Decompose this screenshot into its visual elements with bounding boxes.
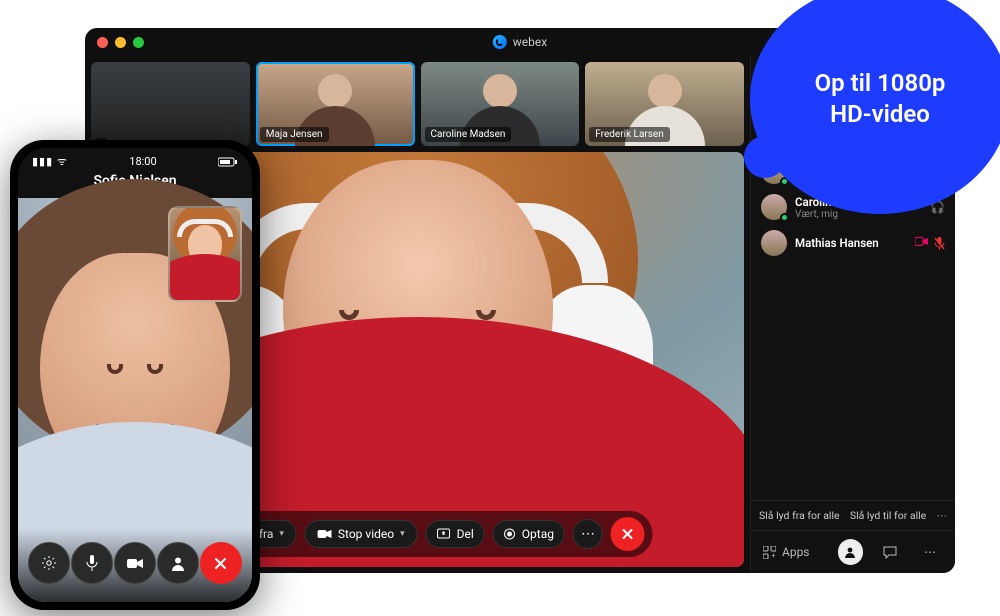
promo-line-1: Op til 1080p [815, 69, 946, 97]
filmstrip-label: Caroline Madsen [425, 127, 512, 142]
svg-text:+: + [772, 552, 776, 559]
close-icon [214, 557, 227, 570]
avatar [761, 230, 787, 256]
record-button[interactable]: Optag [493, 520, 565, 548]
chevron-down-icon: ▾ [279, 529, 284, 539]
participant-filmstrip: Maja Jensen Caroline Madsen Frederik Lar… [85, 56, 750, 146]
person-icon [844, 546, 856, 558]
phone-video-button[interactable] [114, 542, 156, 584]
video-label: Stop video [338, 527, 394, 541]
avatar [761, 194, 787, 220]
phone-frame: ▮▮▮ ᯤ 18:00 Sofie Nielsen 2:26 [10, 140, 260, 610]
apps-label: Apps [782, 545, 810, 559]
filmstrip-thumb-selected[interactable]: Maja Jensen [256, 62, 415, 146]
phone-time: 18:00 [129, 155, 156, 168]
traffic-lights [97, 37, 144, 48]
filmstrip-thumb-room[interactable] [91, 62, 250, 146]
chevron-down-icon: ▾ [400, 529, 405, 539]
filmstrip-thumb[interactable]: Caroline Madsen [421, 62, 580, 146]
camera-icon [318, 529, 332, 539]
app-name: webex [513, 35, 547, 49]
stop-video-button[interactable]: Stop video ▾ [305, 520, 418, 548]
more-horizontal-icon[interactable]: ⋯ [936, 509, 947, 522]
mute-all-button[interactable]: Slå lyd fra for alle [759, 509, 840, 522]
microphone-muted-icon [934, 237, 945, 250]
signal-icon: ▮▮▮ ᯤ [32, 154, 68, 169]
webex-logo-icon [493, 35, 507, 49]
panel-system-bar: + Apps ⋯ [751, 530, 955, 573]
more-options-button[interactable]: ⋯ [573, 519, 603, 549]
person-icon [171, 556, 185, 571]
record-label: Optag [522, 527, 554, 541]
more-horizontal-icon: ⋯ [924, 545, 936, 559]
share-screen-icon [437, 528, 451, 540]
minimize-window-button[interactable] [115, 37, 126, 48]
unmute-all-button[interactable]: Slå lyd til for alle [850, 509, 926, 522]
phone-screen: ▮▮▮ ᯤ 18:00 Sofie Nielsen 2:26 [18, 148, 252, 602]
phone-mute-button[interactable] [71, 542, 113, 584]
share-button[interactable]: Del [426, 520, 485, 548]
share-label: Del [457, 527, 474, 541]
app-brand: webex [493, 35, 547, 49]
participants-toggle-button[interactable] [838, 539, 864, 565]
filmstrip-label: Maja Jensen [260, 127, 329, 142]
panel-more-button[interactable]: ⋯ [917, 539, 943, 565]
phone-call-controls [18, 528, 252, 602]
chat-icon [883, 546, 897, 559]
close-icon [622, 528, 634, 540]
phone-end-call-button[interactable] [200, 542, 242, 584]
camera-icon [915, 237, 928, 250]
phone-settings-button[interactable] [28, 542, 70, 584]
end-call-button[interactable] [611, 517, 645, 551]
phone-self-view[interactable] [168, 206, 242, 302]
apps-grid-icon: + [763, 546, 776, 559]
battery-icon [218, 157, 238, 167]
participant-row[interactable]: Mathias Hansen [751, 225, 955, 261]
filmstrip-thumb[interactable]: Frederik Larsen [585, 62, 744, 146]
phone-status-bar: ▮▮▮ ᯤ 18:00 [18, 148, 252, 175]
presence-indicator [780, 213, 789, 222]
phone-participants-button[interactable] [157, 542, 199, 584]
record-icon [504, 528, 516, 540]
mute-all-bar: Slå lyd fra for alle Slå lyd til for all… [751, 500, 955, 530]
filmstrip-label: Frederik Larsen [589, 127, 670, 142]
close-window-button[interactable] [97, 37, 108, 48]
gear-icon [41, 555, 57, 571]
more-horizontal-icon: ⋯ [581, 526, 595, 542]
maximize-window-button[interactable] [133, 37, 144, 48]
promo-line-2: HD-video [830, 100, 930, 128]
camera-icon [127, 558, 143, 569]
participant-name: Mathias Hansen [795, 236, 907, 250]
apps-button[interactable]: + Apps [763, 545, 810, 559]
microphone-icon [86, 555, 98, 571]
chat-toggle-button[interactable] [877, 539, 903, 565]
